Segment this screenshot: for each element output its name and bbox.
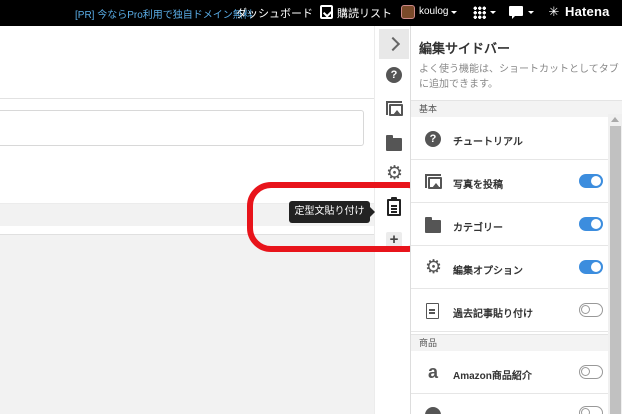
sidebar-item-label: 編集オプション bbox=[453, 266, 523, 277]
avatar[interactable] bbox=[401, 5, 415, 19]
gear-icon: ⚙ bbox=[425, 257, 443, 278]
chevron-down-icon[interactable] bbox=[490, 11, 496, 14]
panel-description: よく使う機能は、ショートカットとしてタブに追加できます。 bbox=[419, 64, 619, 90]
sidebar-item-amazon[interactable]: a Amazon商品紹介 bbox=[411, 352, 608, 394]
sidebar-item-tutorial[interactable]: ? チュートリアル bbox=[411, 118, 608, 160]
photo-toggle[interactable] bbox=[579, 174, 603, 188]
subscriptions-link[interactable]: 購読リスト bbox=[337, 5, 392, 21]
panel-title: 編集サイドバー bbox=[419, 41, 511, 56]
list-item[interactable] bbox=[411, 395, 608, 414]
message-icon[interactable] bbox=[509, 6, 523, 19]
sidebar-item-edit-options[interactable]: ⚙ 編集オプション bbox=[411, 247, 608, 289]
scrollbar-thumb[interactable] bbox=[610, 126, 621, 414]
title-input[interactable] bbox=[0, 110, 364, 146]
tooltip: 定型文貼り付け bbox=[289, 201, 375, 223]
edit-sidebar-panel: 編集サイドバー よく使う機能は、ショートカットとしてタブに追加できます。 基本 … bbox=[410, 26, 622, 414]
document-icon bbox=[426, 303, 439, 319]
item-icon bbox=[425, 407, 441, 414]
user-menu[interactable]: koulog bbox=[419, 6, 448, 17]
sidebar-item-label: カテゴリー bbox=[453, 223, 503, 234]
question-icon: ? bbox=[425, 131, 441, 147]
folder-icon[interactable] bbox=[386, 135, 402, 151]
pro-promo-link[interactable]: [PR] 今ならPro利用で独自ドメイン無料 bbox=[75, 6, 253, 21]
global-header: [PR] 今ならPro利用で独自ドメイン無料 ダッシュボード 購読リスト kou… bbox=[0, 0, 622, 26]
apps-grid-icon[interactable] bbox=[473, 6, 486, 19]
scroll-up-icon[interactable] bbox=[611, 117, 619, 122]
sidebar-item-category[interactable]: カテゴリー bbox=[411, 204, 608, 246]
sidebar-item-past-article[interactable]: 過去記事貼り付け bbox=[411, 290, 608, 332]
edit-options-toggle[interactable] bbox=[579, 260, 603, 274]
amazon-toggle[interactable] bbox=[579, 365, 603, 379]
add-tab-button[interactable]: + bbox=[386, 232, 402, 248]
sidebar-item-photo[interactable]: 写真を投稿 bbox=[411, 161, 608, 203]
question-icon[interactable]: ? bbox=[386, 67, 402, 83]
editor-body[interactable] bbox=[0, 234, 374, 414]
section-header-basic: 基本 bbox=[411, 100, 622, 117]
category-toggle[interactable] bbox=[579, 217, 603, 231]
past-article-toggle[interactable] bbox=[579, 303, 603, 317]
chevron-down-icon[interactable] bbox=[528, 11, 534, 14]
section-header-products: 商品 bbox=[411, 334, 622, 351]
item-toggle[interactable] bbox=[579, 406, 603, 414]
sidebar-tab-rail: ? ⚙ + bbox=[374, 26, 410, 414]
subscription-icon[interactable] bbox=[320, 5, 333, 19]
divider bbox=[0, 98, 374, 99]
gear-icon[interactable]: ⚙ bbox=[386, 164, 403, 183]
sidebar-item-label: 過去記事貼り付け bbox=[453, 309, 533, 320]
chevron-down-icon[interactable] bbox=[451, 11, 457, 14]
amazon-icon: a bbox=[427, 362, 438, 382]
sidebar-item-label: Amazon商品紹介 bbox=[453, 371, 532, 382]
collapse-sidebar-button[interactable] bbox=[379, 29, 409, 59]
photo-icon[interactable] bbox=[386, 101, 403, 116]
sidebar-item-label: チュートリアル bbox=[453, 137, 523, 148]
hatena-logo[interactable]: Hatena bbox=[565, 4, 610, 19]
dashboard-link[interactable]: ダッシュボード bbox=[236, 5, 313, 21]
sidebar-item-label: 写真を投稿 bbox=[453, 180, 503, 191]
panel-scrollbar[interactable] bbox=[608, 114, 622, 414]
hatena-logo-icon[interactable]: ✳ bbox=[548, 5, 560, 19]
template-paste-icon[interactable] bbox=[387, 197, 401, 216]
folder-icon bbox=[425, 217, 441, 233]
photo-icon bbox=[425, 174, 442, 189]
